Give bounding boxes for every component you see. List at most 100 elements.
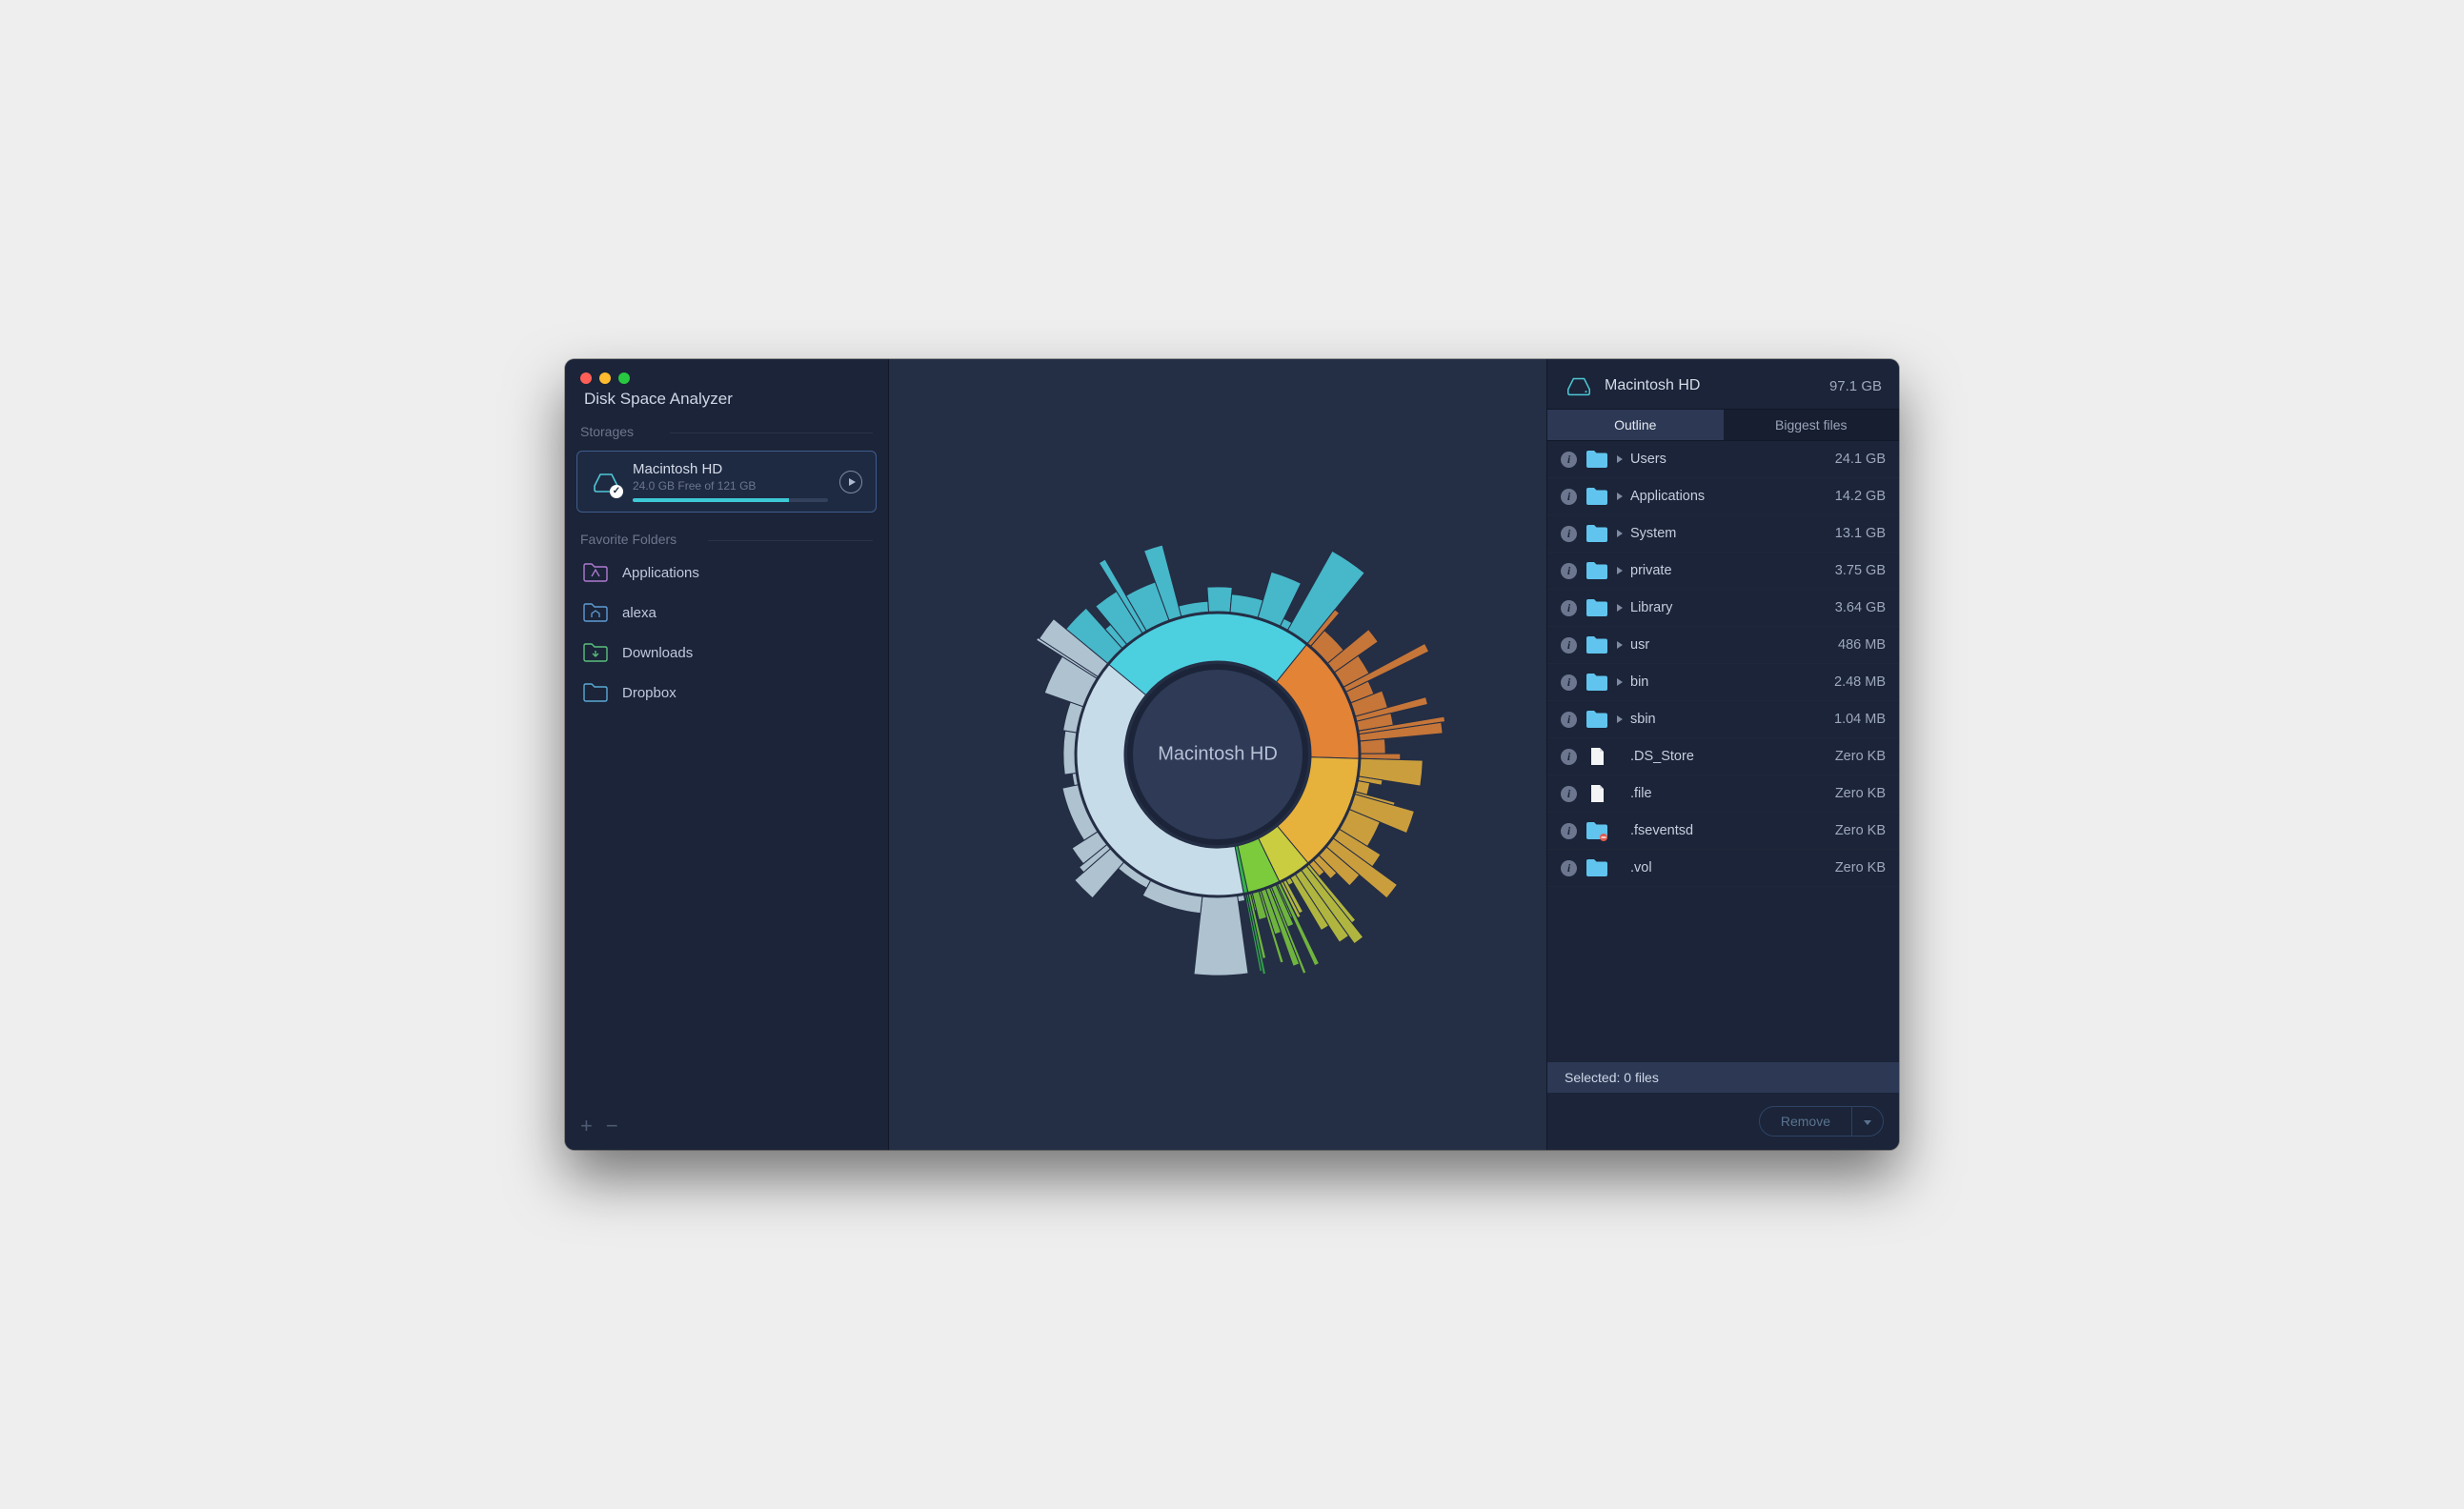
outline-row[interactable]: i .DS_Store Zero KB [1547, 738, 1899, 775]
info-icon[interactable]: i [1561, 712, 1577, 728]
folder-icon [582, 642, 609, 663]
row-name: .fseventsd [1630, 823, 1828, 838]
minimize-window-button[interactable] [599, 372, 611, 384]
folder-icon [1585, 560, 1609, 581]
tab-biggest[interactable]: Biggest files [1724, 409, 1900, 441]
info-icon[interactable]: i [1561, 563, 1577, 579]
row-name: Applications [1630, 489, 1828, 504]
row-name: usr [1630, 637, 1830, 653]
add-favorite-button[interactable]: + [580, 1114, 593, 1138]
expand-caret-icon[interactable] [1617, 604, 1623, 612]
outline-row[interactable]: i Users 24.1 GB [1547, 441, 1899, 478]
section-favorites-label: Favorite Folders [565, 526, 888, 553]
row-size: Zero KB [1835, 860, 1886, 875]
disk-icon [1565, 374, 1593, 397]
outline-row[interactable]: i bin 2.48 MB [1547, 664, 1899, 701]
row-size: Zero KB [1835, 786, 1886, 801]
outline-row[interactable]: i sbin 1.04 MB [1547, 701, 1899, 738]
folder-app-icon [1585, 486, 1609, 507]
row-name: .DS_Store [1630, 749, 1828, 764]
outline-row[interactable]: i System 13.1 GB [1547, 515, 1899, 553]
file-icon [1585, 746, 1609, 767]
row-size: 3.64 GB [1835, 600, 1886, 615]
row-size: Zero KB [1835, 823, 1886, 838]
folder-icon [1585, 672, 1609, 693]
info-icon[interactable]: i [1561, 860, 1577, 876]
window-controls [565, 359, 888, 384]
file-icon [1585, 783, 1609, 804]
expand-caret-icon[interactable] [1617, 493, 1623, 500]
folder-icon [582, 602, 609, 623]
favorite-label: Dropbox [622, 685, 677, 701]
folder-sys-icon [1585, 523, 1609, 544]
check-badge-icon: ✓ [610, 485, 623, 498]
info-icon[interactable]: i [1561, 749, 1577, 765]
outline-row[interactable]: i .vol Zero KB [1547, 850, 1899, 887]
outline-row[interactable]: i .fseventsd Zero KB [1547, 813, 1899, 850]
right-header: Macintosh HD 97.1 GB [1547, 359, 1899, 409]
storage-card[interactable]: ✓ Macintosh HD 24.0 GB Free of 121 GB [576, 451, 877, 513]
info-icon[interactable]: i [1561, 674, 1577, 691]
folder-icon [1585, 857, 1609, 878]
expand-caret-icon[interactable] [1617, 530, 1623, 537]
folder-icon [1585, 449, 1609, 470]
remove-favorite-button[interactable]: − [606, 1114, 618, 1138]
folder-lib-icon [1585, 597, 1609, 618]
folder-icon [582, 682, 609, 703]
folder-icon [582, 562, 609, 583]
app-title: Disk Space Analyzer [565, 384, 888, 418]
row-size: 3.75 GB [1835, 563, 1886, 578]
sunburst-area: Macintosh HD [889, 359, 1546, 1150]
outline-row[interactable]: i usr 486 MB [1547, 627, 1899, 664]
info-icon[interactable]: i [1561, 786, 1577, 802]
row-name: bin [1630, 674, 1827, 690]
outline-row[interactable]: i Applications 14.2 GB [1547, 478, 1899, 515]
remove-button[interactable]: Remove [1760, 1108, 1851, 1135]
info-icon[interactable]: i [1561, 452, 1577, 468]
outline-row[interactable]: i .file Zero KB [1547, 775, 1899, 813]
expand-caret-icon[interactable] [1617, 455, 1623, 463]
row-name: private [1630, 563, 1828, 578]
storage-name: Macintosh HD [633, 461, 828, 477]
row-name: System [1630, 526, 1828, 541]
selection-status: Selected: 0 files [1547, 1062, 1899, 1093]
favorite-item[interactable]: Applications [565, 553, 888, 593]
row-size: 486 MB [1838, 637, 1886, 653]
row-size: 2.48 MB [1834, 674, 1886, 690]
row-size: 14.2 GB [1835, 489, 1886, 504]
row-size: 1.04 MB [1834, 712, 1886, 727]
row-name: sbin [1630, 712, 1827, 727]
rescan-button[interactable] [839, 471, 862, 493]
row-size: Zero KB [1835, 749, 1886, 764]
right-panel: Macintosh HD 97.1 GB Outline Biggest fil… [1546, 359, 1899, 1150]
outline-row[interactable]: i private 3.75 GB [1547, 553, 1899, 590]
folder-icon [1585, 709, 1609, 730]
close-window-button[interactable] [580, 372, 592, 384]
sidebar: Disk Space Analyzer Storages ✓ Macintosh… [565, 359, 889, 1150]
expand-caret-icon[interactable] [1617, 641, 1623, 649]
remove-menu-button[interactable] [1851, 1107, 1883, 1136]
sunburst-chart[interactable] [970, 507, 1465, 1002]
favorite-item[interactable]: alexa [565, 593, 888, 633]
expand-caret-icon[interactable] [1617, 715, 1623, 723]
info-icon[interactable]: i [1561, 489, 1577, 505]
zoom-window-button[interactable] [618, 372, 630, 384]
favorite-label: alexa [622, 605, 656, 621]
right-disk-name: Macintosh HD [1605, 377, 1818, 394]
row-name: .file [1630, 786, 1828, 801]
tab-outline[interactable]: Outline [1547, 409, 1724, 441]
info-icon[interactable]: i [1561, 600, 1577, 616]
favorite-item[interactable]: Dropbox [565, 673, 888, 713]
info-icon[interactable]: i [1561, 637, 1577, 654]
expand-caret-icon[interactable] [1617, 678, 1623, 686]
outline-row[interactable]: i Library 3.64 GB [1547, 590, 1899, 627]
expand-caret-icon[interactable] [1617, 567, 1623, 574]
row-size: 13.1 GB [1835, 526, 1886, 541]
info-icon[interactable]: i [1561, 526, 1577, 542]
section-storages-label: Storages [565, 418, 888, 445]
favorite-item[interactable]: Downloads [565, 633, 888, 673]
info-icon[interactable]: i [1561, 823, 1577, 839]
row-name: .vol [1630, 860, 1828, 875]
favorite-label: Downloads [622, 645, 693, 661]
row-size: 24.1 GB [1835, 452, 1886, 467]
